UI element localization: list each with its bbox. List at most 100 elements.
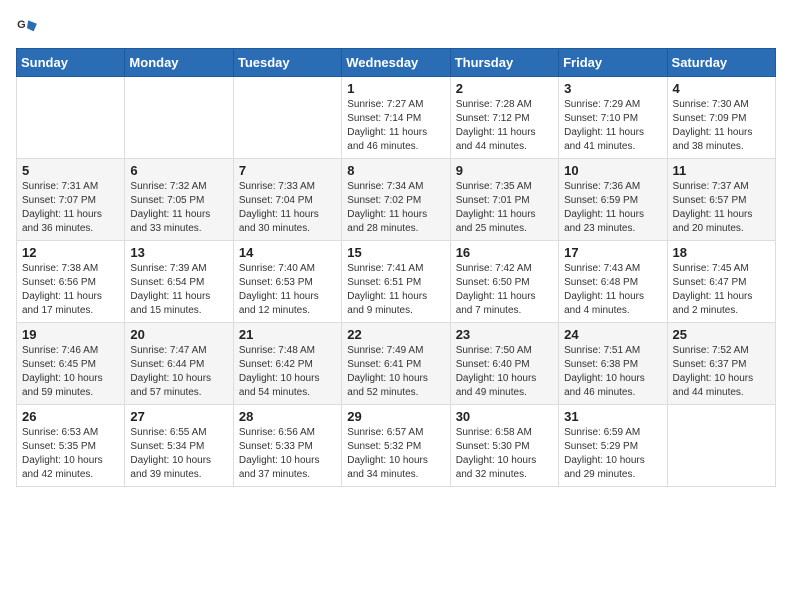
day-number: 21 [239,327,336,342]
calendar-cell: 7 Sunrise: 7:33 AM Sunset: 7:04 PM Daylig… [233,159,341,241]
day-number: 13 [130,245,227,260]
day-info: Sunrise: 7:40 AM Sunset: 6:53 PM Dayligh… [239,262,336,318]
day-number: 9 [456,163,553,178]
day-number: 4 [673,81,770,96]
day-number: 3 [564,81,661,96]
day-info: Sunrise: 7:29 AM Sunset: 7:10 PM Dayligh… [564,98,661,154]
calendar-cell: 17Sunrise: 7:43 AM Sunset: 6:48 PM Dayli… [559,241,667,323]
calendar-cell: 27 Sunrise: 6:55 AM Sunset: 5:34 PM Dayli… [125,405,233,487]
day-info: Sunrise: 6:53 AM Sunset: 5:35 PM Dayligh… [22,426,119,482]
day-info: Sunrise: 7:27 AM Sunset: 7:14 PM Dayligh… [347,98,444,154]
calendar-week-3: 12 Sunrise: 7:38 AM Sunset: 6:56 PM Dayli… [17,241,776,323]
calendar-week-5: 26 Sunrise: 6:53 AM Sunset: 5:35 PM Dayli… [17,405,776,487]
calendar-cell: 9 Sunrise: 7:35 AM Sunset: 7:01 PM Daylig… [450,159,558,241]
calendar-cell: 25 Sunrise: 7:52 AM Sunset: 6:37 PM Dayli… [667,323,775,405]
calendar-cell: 26 Sunrise: 6:53 AM Sunset: 5:35 PM Dayli… [17,405,125,487]
day-info: Sunrise: 7:45 AM Sunset: 6:47 PM Dayligh… [673,262,770,318]
day-info: Sunrise: 7:37 AM Sunset: 6:57 PM Dayligh… [673,180,770,236]
day-number: 14 [239,245,336,260]
calendar-cell: 11 Sunrise: 7:37 AM Sunset: 6:57 PM Dayli… [667,159,775,241]
day-info: Sunrise: 7:52 AM Sunset: 6:37 PM Dayligh… [673,344,770,400]
day-info: Sunrise: 7:32 AM Sunset: 7:05 PM Dayligh… [130,180,227,236]
day-info: Sunrise: 6:55 AM Sunset: 5:34 PM Dayligh… [130,426,227,482]
weekday-header-sunday: Sunday [17,49,125,77]
day-number: 28 [239,409,336,424]
day-info: Sunrise: 7:43 AM Sunset: 6:48 PM Dayligh… [564,262,661,318]
calendar-body: 1Sunrise: 7:27 AM Sunset: 7:14 PM Daylig… [17,77,776,487]
calendar-cell: 6 Sunrise: 7:32 AM Sunset: 7:05 PM Daylig… [125,159,233,241]
calendar-cell: 21Sunrise: 7:48 AM Sunset: 6:42 PM Dayli… [233,323,341,405]
logo: G [16,16,40,38]
svg-text:G: G [17,19,26,31]
calendar-cell [17,77,125,159]
calendar-cell: 10 Sunrise: 7:36 AM Sunset: 6:59 PM Dayli… [559,159,667,241]
day-number: 12 [22,245,119,260]
day-info: Sunrise: 7:36 AM Sunset: 6:59 PM Dayligh… [564,180,661,236]
day-info: Sunrise: 7:46 AM Sunset: 6:45 PM Dayligh… [22,344,119,400]
calendar-cell: 30Sunrise: 6:58 AM Sunset: 5:30 PM Dayli… [450,405,558,487]
calendar-cell: 20Sunrise: 7:47 AM Sunset: 6:44 PM Dayli… [125,323,233,405]
day-info: Sunrise: 7:30 AM Sunset: 7:09 PM Dayligh… [673,98,770,154]
calendar-cell: 22Sunrise: 7:49 AM Sunset: 6:41 PM Dayli… [342,323,450,405]
calendar-cell: 16 Sunrise: 7:42 AM Sunset: 6:50 PM Dayli… [450,241,558,323]
day-info: Sunrise: 7:28 AM Sunset: 7:12 PM Dayligh… [456,98,553,154]
calendar-cell: 23 Sunrise: 7:50 AM Sunset: 6:40 PM Dayli… [450,323,558,405]
calendar-cell: 29 Sunrise: 6:57 AM Sunset: 5:32 PM Dayli… [342,405,450,487]
day-number: 15 [347,245,444,260]
day-number: 30 [456,409,553,424]
day-number: 16 [456,245,553,260]
day-number: 18 [673,245,770,260]
day-info: Sunrise: 7:42 AM Sunset: 6:50 PM Dayligh… [456,262,553,318]
calendar-cell: 24 Sunrise: 7:51 AM Sunset: 6:38 PM Dayli… [559,323,667,405]
day-number: 10 [564,163,661,178]
day-number: 25 [673,327,770,342]
calendar-cell: 3 Sunrise: 7:29 AM Sunset: 7:10 PM Daylig… [559,77,667,159]
calendar-cell: 18 Sunrise: 7:45 AM Sunset: 6:47 PM Dayli… [667,241,775,323]
day-number: 7 [239,163,336,178]
day-info: Sunrise: 7:33 AM Sunset: 7:04 PM Dayligh… [239,180,336,236]
calendar-cell [667,405,775,487]
day-info: Sunrise: 6:59 AM Sunset: 5:29 PM Dayligh… [564,426,661,482]
day-info: Sunrise: 6:56 AM Sunset: 5:33 PM Dayligh… [239,426,336,482]
calendar-cell: 8 Sunrise: 7:34 AM Sunset: 7:02 PM Daylig… [342,159,450,241]
calendar-cell: 4 Sunrise: 7:30 AM Sunset: 7:09 PM Daylig… [667,77,775,159]
day-info: Sunrise: 7:49 AM Sunset: 6:41 PM Dayligh… [347,344,444,400]
calendar-cell: 1Sunrise: 7:27 AM Sunset: 7:14 PM Daylig… [342,77,450,159]
weekday-header-tuesday: Tuesday [233,49,341,77]
weekday-header-saturday: Saturday [667,49,775,77]
day-info: Sunrise: 7:31 AM Sunset: 7:07 PM Dayligh… [22,180,119,236]
day-number: 8 [347,163,444,178]
calendar-table: SundayMondayTuesdayWednesdayThursdayFrid… [16,48,776,487]
day-number: 31 [564,409,661,424]
calendar-header-row: SundayMondayTuesdayWednesdayThursdayFrid… [17,49,776,77]
calendar-cell: 12 Sunrise: 7:38 AM Sunset: 6:56 PM Dayli… [17,241,125,323]
calendar-cell: 15 Sunrise: 7:41 AM Sunset: 6:51 PM Dayli… [342,241,450,323]
day-info: Sunrise: 7:38 AM Sunset: 6:56 PM Dayligh… [22,262,119,318]
day-number: 23 [456,327,553,342]
day-number: 11 [673,163,770,178]
day-number: 24 [564,327,661,342]
day-number: 26 [22,409,119,424]
calendar-cell: 28 Sunrise: 6:56 AM Sunset: 5:33 PM Dayli… [233,405,341,487]
day-number: 19 [22,327,119,342]
calendar-cell: 31 Sunrise: 6:59 AM Sunset: 5:29 PM Dayli… [559,405,667,487]
day-number: 27 [130,409,227,424]
day-info: Sunrise: 7:35 AM Sunset: 7:01 PM Dayligh… [456,180,553,236]
day-info: Sunrise: 6:57 AM Sunset: 5:32 PM Dayligh… [347,426,444,482]
day-number: 29 [347,409,444,424]
calendar-week-2: 5Sunrise: 7:31 AM Sunset: 7:07 PM Daylig… [17,159,776,241]
day-info: Sunrise: 7:34 AM Sunset: 7:02 PM Dayligh… [347,180,444,236]
day-number: 2 [456,81,553,96]
day-info: Sunrise: 7:50 AM Sunset: 6:40 PM Dayligh… [456,344,553,400]
calendar-cell [125,77,233,159]
day-info: Sunrise: 7:51 AM Sunset: 6:38 PM Dayligh… [564,344,661,400]
weekday-header-wednesday: Wednesday [342,49,450,77]
weekday-header-monday: Monday [125,49,233,77]
day-number: 6 [130,163,227,178]
day-info: Sunrise: 7:41 AM Sunset: 6:51 PM Dayligh… [347,262,444,318]
calendar-cell: 2 Sunrise: 7:28 AM Sunset: 7:12 PM Daylig… [450,77,558,159]
calendar-cell: 19 Sunrise: 7:46 AM Sunset: 6:45 PM Dayli… [17,323,125,405]
calendar-cell: 5Sunrise: 7:31 AM Sunset: 7:07 PM Daylig… [17,159,125,241]
page-header: G [16,16,776,38]
day-info: Sunrise: 7:39 AM Sunset: 6:54 PM Dayligh… [130,262,227,318]
